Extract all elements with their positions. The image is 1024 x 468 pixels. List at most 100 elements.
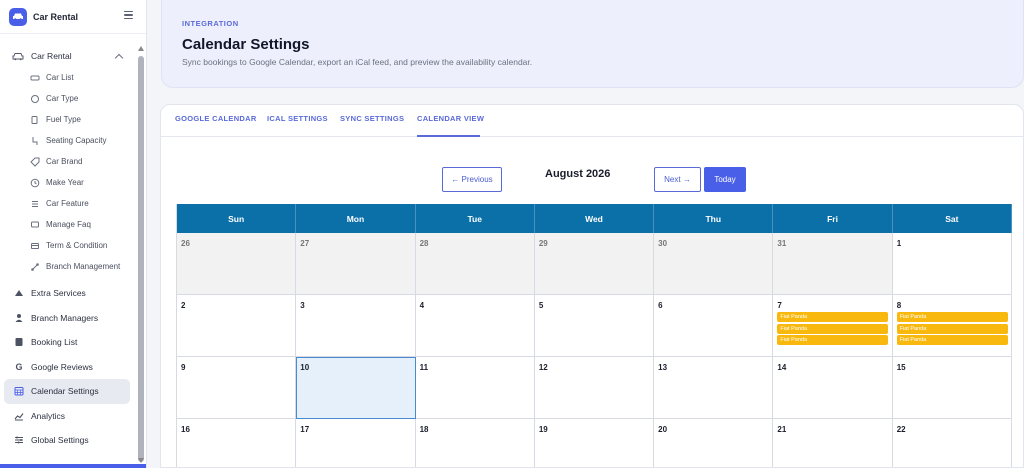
calendar-day[interactable]: 20 [654, 419, 774, 467]
today-button[interactable]: Today [704, 167, 746, 192]
sidebar-item-extra-services[interactable]: Extra Services [4, 281, 130, 306]
sidebar-item-google-reviews[interactable]: G Google Reviews [4, 355, 130, 380]
calendar-week: 26 27 28 29 30 31 1 [177, 233, 1012, 295]
day-number: 2 [181, 301, 186, 310]
calendar-day[interactable]: 8 Fiat Panda Fiat Panda Fiat Panda [892, 295, 1012, 357]
booking-event[interactable]: Fiat Panda [896, 323, 1008, 334]
calendar-day[interactable]: 28 [415, 233, 535, 295]
sidebar-item-label: Booking List [31, 337, 78, 348]
tab-calendar-view[interactable]: CALENDAR VIEW [417, 114, 484, 123]
sidebar-item-analytics[interactable]: Analytics [4, 404, 130, 429]
calendar-day[interactable]: 11 [415, 357, 535, 419]
calendar-day[interactable]: 27 [296, 233, 416, 295]
calendar-day[interactable]: 31 [773, 233, 893, 295]
booking-event[interactable]: Fiat Panda [777, 323, 889, 334]
fuel-icon [30, 115, 40, 125]
calendar-day[interactable]: 15 [892, 357, 1012, 419]
sidebar-item-global-settings[interactable]: Global Settings [4, 428, 130, 453]
calendar-week: 2 3 4 5 6 7 Fiat Panda Fiat Panda Fiat Panda 8 Fia… [177, 295, 1012, 357]
scroll-down-icon[interactable] [138, 458, 144, 463]
next-month-button[interactable]: Next → [654, 167, 701, 192]
calendar-day[interactable]: 18 [415, 419, 535, 467]
calendar-day[interactable]: 7 Fiat Panda Fiat Panda Fiat Panda [773, 295, 893, 357]
day-number: 3 [300, 301, 305, 310]
day-number: 20 [658, 425, 668, 434]
sidebar-item-calendar-settings[interactable]: Calendar Settings [4, 379, 130, 404]
car-icon [9, 7, 27, 26]
calendar-day[interactable]: 29 [534, 233, 655, 295]
weekday-sat: Sat [893, 204, 1012, 233]
sidebar-group-car-rental[interactable]: Car Rental [0, 45, 136, 67]
sidebar-item-make-year[interactable]: Make Year [0, 172, 136, 193]
analytics-icon [14, 411, 24, 421]
tab-google-calendar[interactable]: GOOGLE CALENDAR [175, 114, 257, 123]
sidebar-item-seating-capacity[interactable]: Seating Capacity [0, 130, 136, 151]
sidebar-item-booking-list[interactable]: Booking List [4, 330, 130, 355]
sidebar-item-term-condition[interactable]: Term & Condition [0, 235, 136, 256]
page-subtitle: Sync bookings to Google Calendar, export… [182, 57, 533, 67]
booking-event[interactable]: Fiat Panda [896, 312, 1008, 322]
event-list: Fiat Panda Fiat Panda Fiat Panda [896, 312, 1008, 347]
sidebar-item-label: Branch Managers [31, 312, 99, 323]
scrollbar-thumb[interactable] [138, 56, 144, 462]
header-eyebrow: INTEGRATION [182, 19, 239, 28]
calendar-day[interactable]: 4 [415, 295, 535, 357]
scroll-up-icon[interactable] [138, 46, 144, 51]
sidebar-item-label: Car Feature [46, 199, 89, 208]
calendar-day[interactable]: 1 [892, 233, 1012, 295]
day-number: 18 [419, 425, 429, 434]
calendar-day[interactable]: 6 [654, 295, 774, 357]
page-header: INTEGRATION Calendar Settings Sync booki… [161, 0, 1024, 88]
chevron-up-icon[interactable] [114, 53, 124, 62]
car-type-icon [30, 94, 40, 104]
sidebar-item-car-type[interactable]: Car Type [0, 88, 136, 109]
calendar-day[interactable]: 21 [773, 419, 893, 467]
calendar-day[interactable]: 30 [654, 233, 774, 295]
sidebar-item-label: Branch Management [46, 262, 121, 271]
calendar-settings-card: GOOGLE CALENDAR ICAL SETTINGS SYNC SETTI… [160, 104, 1024, 468]
weekday-wed: Wed [535, 204, 655, 233]
calendar-day[interactable]: 22 [892, 419, 1012, 467]
sidebar-item-manage-faq[interactable]: Manage Faq [0, 214, 136, 235]
tab-sync-settings[interactable]: SYNC SETTINGS [340, 114, 404, 123]
day-number: 4 [419, 301, 425, 310]
calendar-day[interactable]: 14 [773, 357, 893, 419]
calendar-day[interactable]: 2 [177, 295, 297, 357]
calendar-day[interactable]: 26 [177, 233, 297, 295]
tab-ical-settings[interactable]: ICAL SETTINGS [267, 114, 328, 123]
sidebar-item-branch-managers[interactable]: Branch Managers [4, 306, 130, 331]
calendar-day[interactable]: 17 [296, 419, 416, 467]
calendar-day[interactable]: 3 [296, 295, 416, 357]
sidebar-item-label: Fuel Type [46, 115, 81, 124]
calendar-day[interactable]: 9 [177, 357, 297, 419]
booking-event[interactable]: Fiat Panda [777, 312, 889, 322]
booking-event[interactable]: Fiat Panda [896, 335, 1008, 345]
day-number: 15 [896, 363, 906, 372]
booking-event[interactable]: Fiat Panda [777, 335, 889, 345]
calendar-day[interactable]: 19 [534, 419, 655, 467]
sidebar-item-label: Make Year [46, 178, 84, 187]
previous-month-button[interactable]: ← Previous [442, 167, 502, 192]
calendar-day-today[interactable]: 10 [296, 357, 416, 419]
car-icon [12, 50, 24, 62]
calendar-day[interactable]: 12 [534, 357, 655, 419]
sidebar-item-car-feature[interactable]: Car Feature [0, 193, 136, 214]
day-number: 13 [658, 363, 668, 372]
event-list: Fiat Panda Fiat Panda Fiat Panda [777, 312, 889, 347]
day-number: 27 [300, 239, 310, 248]
sidebar-item-branch-management[interactable]: Branch Management [0, 256, 136, 277]
calendar-day[interactable]: 16 [177, 419, 297, 467]
seat-icon [30, 136, 40, 146]
sidebar-scrollbar[interactable] [137, 44, 145, 468]
calendar-day[interactable]: 13 [654, 357, 774, 419]
sidebar-item-fuel-type[interactable]: Fuel Type [0, 109, 136, 130]
user-icon [14, 313, 24, 323]
sidebar-item-car-brand[interactable]: Car Brand [0, 151, 136, 172]
sidebar-item-car-list[interactable]: Car List [0, 67, 136, 88]
sidebar-item-label: Calendar Settings [31, 386, 99, 397]
booking-icon [14, 337, 24, 347]
menu-icon[interactable] [124, 11, 133, 19]
calendar-day[interactable]: 5 [534, 295, 655, 357]
car-list-icon [30, 73, 40, 83]
day-number: 30 [658, 239, 668, 248]
